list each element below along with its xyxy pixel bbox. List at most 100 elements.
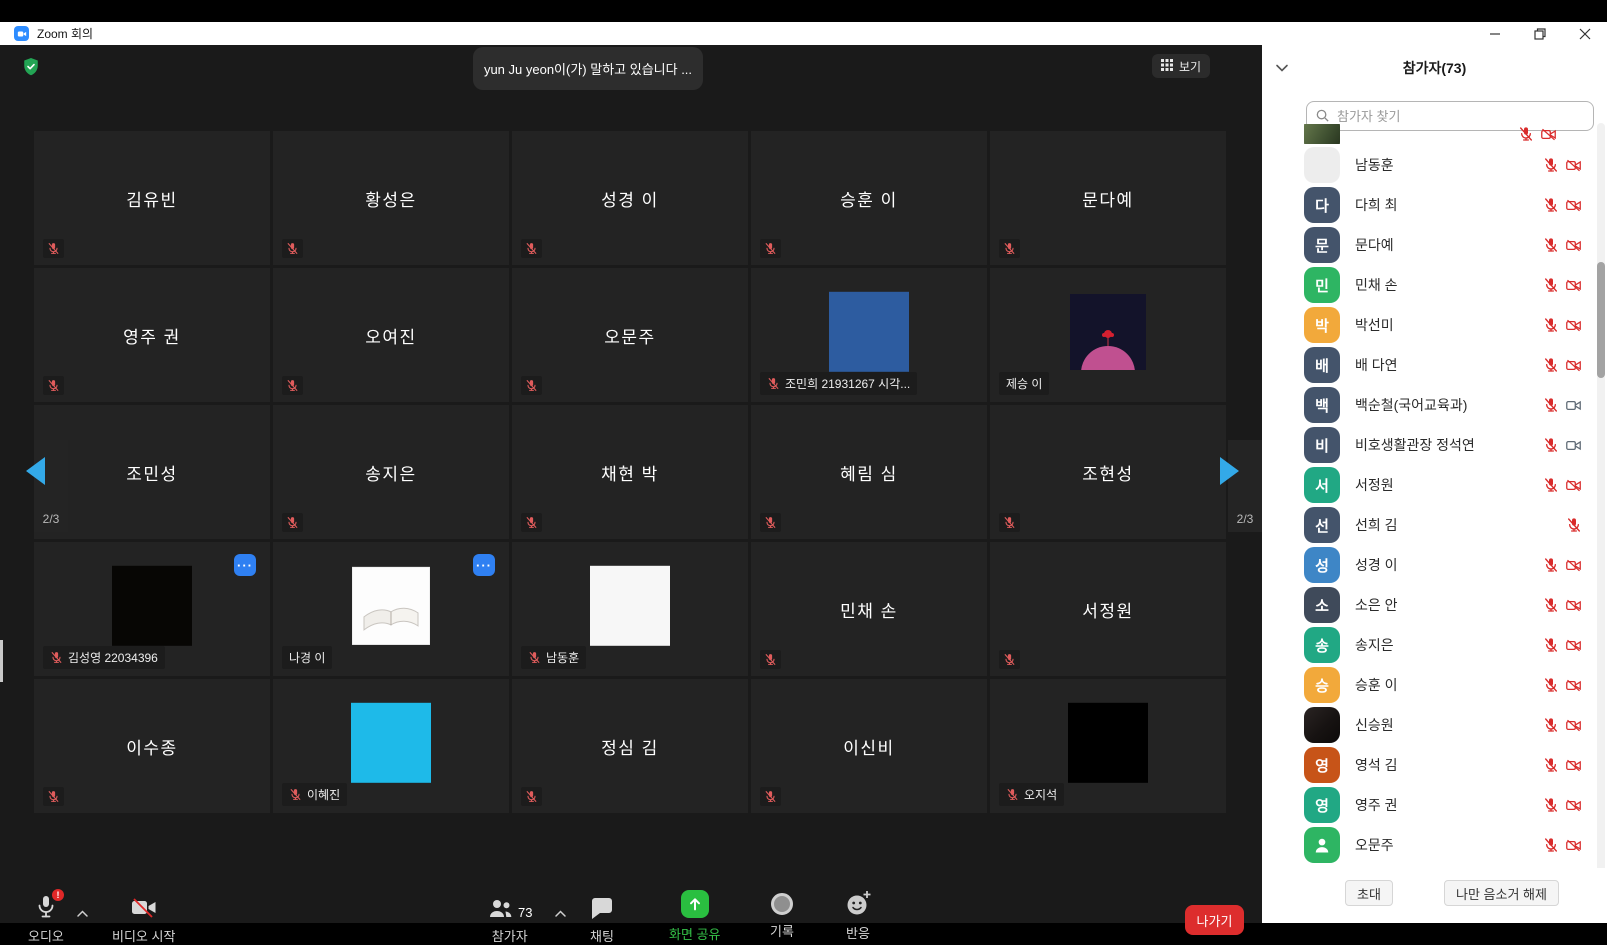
- video-tile[interactable]: 오지석: [990, 679, 1226, 813]
- participant-row[interactable]: 오문주: [1262, 825, 1607, 865]
- close-button[interactable]: [1562, 22, 1607, 45]
- participant-row[interactable]: 영영주 권: [1262, 785, 1607, 825]
- participant-row[interactable]: 백백순철(국어교육과): [1262, 385, 1607, 425]
- participant-row-partial[interactable]: [1304, 124, 1582, 144]
- video-off-icon: [1565, 557, 1582, 574]
- video-off-icon: [1565, 237, 1582, 254]
- mic-muted-icon: [1543, 597, 1559, 613]
- participant-row[interactable]: 남동훈: [1262, 145, 1607, 185]
- more-options-button[interactable]: ···: [234, 554, 256, 576]
- video-off-icon: [1565, 837, 1582, 854]
- invite-button[interactable]: 초대: [1345, 880, 1393, 906]
- participant-row[interactable]: 송송지은: [1262, 625, 1607, 665]
- white-square-image: [590, 566, 670, 646]
- participants-panel: 참가자(73) 남동훈다다희 최문문다예민민채 손박박선미배배 다연백백순철(국…: [1262, 45, 1607, 923]
- tile-mic-status: [43, 239, 64, 258]
- video-tile[interactable]: 조현성: [990, 405, 1226, 539]
- reactions-button[interactable]: 반응: [844, 889, 872, 942]
- video-off-icon: [1565, 757, 1582, 774]
- next-page-arrow[interactable]: [1220, 457, 1239, 485]
- participants-options-chevron[interactable]: [554, 905, 567, 923]
- page-panel-right: 2/3: [1228, 440, 1262, 532]
- video-tile[interactable]: 이신비: [751, 679, 987, 813]
- leave-button[interactable]: 나가기: [1185, 905, 1244, 935]
- audio-options-chevron[interactable]: [76, 905, 89, 923]
- participant-row[interactable]: 다다희 최: [1262, 185, 1607, 225]
- security-shield-icon[interactable]: [22, 57, 40, 77]
- participant-row[interactable]: 신승원: [1262, 705, 1607, 745]
- audio-alert-badge: !: [52, 889, 64, 901]
- video-tile[interactable]: 승훈 이: [751, 131, 987, 265]
- unmute-me-button[interactable]: 나만 음소거 해제: [1444, 880, 1559, 906]
- participant-row[interactable]: 서서정원: [1262, 465, 1607, 505]
- video-on-icon: [1565, 437, 1582, 454]
- video-tile[interactable]: 민채 손: [751, 542, 987, 676]
- page-indicator: 2/3: [34, 512, 68, 526]
- participant-row[interactable]: 승승훈 이: [1262, 665, 1607, 705]
- mic-muted-icon: [1543, 357, 1559, 373]
- previous-page-arrow[interactable]: [26, 457, 45, 485]
- panel-scrollbar[interactable]: [1597, 123, 1605, 880]
- tile-participant-name: 송지은: [273, 405, 509, 539]
- participant-row[interactable]: 박박선미: [1262, 305, 1607, 345]
- mic-muted-icon: [1543, 437, 1559, 453]
- video-tile[interactable]: 혜림 심: [751, 405, 987, 539]
- avatar: 민: [1304, 267, 1340, 303]
- record-button[interactable]: 기록: [770, 893, 794, 940]
- video-tile[interactable]: 김유빈: [34, 131, 270, 265]
- participant-row[interactable]: 소소은 안: [1262, 585, 1607, 625]
- mic-muted-icon: [1543, 157, 1559, 173]
- tile-mic-status: [999, 650, 1020, 669]
- video-tile[interactable]: 서정원: [990, 542, 1226, 676]
- participant-row[interactable]: 배배 다연: [1262, 345, 1607, 385]
- video-tile[interactable]: 오여진: [273, 268, 509, 402]
- participant-row[interactable]: 문문다예: [1262, 225, 1607, 265]
- video-tile[interactable]: 조민성: [34, 405, 270, 539]
- audio-button[interactable]: ! 오디오: [28, 892, 64, 945]
- video-tile[interactable]: 정심 김: [512, 679, 748, 813]
- video-tile[interactable]: 남동훈: [512, 542, 748, 676]
- restore-button[interactable]: [1517, 22, 1562, 45]
- video-tile[interactable]: 제승 이: [990, 268, 1226, 402]
- tile-participant-name: 조현성: [990, 405, 1226, 539]
- video-tile[interactable]: 나경 이 ···: [273, 542, 509, 676]
- page-indicator: 2/3: [1228, 512, 1262, 526]
- video-off-icon: [1565, 197, 1582, 214]
- tile-name-label: 오지석: [999, 783, 1064, 806]
- video-tile[interactable]: 김성영 22034396···: [34, 542, 270, 676]
- more-options-button[interactable]: ···: [473, 554, 495, 576]
- video-tile[interactable]: 송지은: [273, 405, 509, 539]
- chat-label: 채팅: [590, 926, 614, 945]
- participant-row[interactable]: 선선희 김: [1262, 505, 1607, 545]
- panel-scrollbar-thumb[interactable]: [1597, 262, 1605, 378]
- video-tile[interactable]: 채현 박: [512, 405, 748, 539]
- video-off-icon: [1565, 797, 1582, 814]
- video-tile[interactable]: 오문주: [512, 268, 748, 402]
- avatar: 박: [1304, 307, 1340, 343]
- share-screen-button[interactable]: 화면 공유: [669, 890, 720, 943]
- participants-button[interactable]: 73 참가자: [487, 892, 532, 945]
- video-tile[interactable]: 이혜진: [273, 679, 509, 813]
- view-button[interactable]: 보기: [1152, 54, 1210, 78]
- start-video-button[interactable]: 비디오 시작: [112, 892, 175, 945]
- video-tile[interactable]: 조민희 21931267 시각...: [751, 268, 987, 402]
- minimize-button[interactable]: [1472, 22, 1517, 45]
- participant-row[interactable]: 민민채 손: [1262, 265, 1607, 305]
- video-tile[interactable]: 문다예: [990, 131, 1226, 265]
- chat-button[interactable]: 채팅: [590, 892, 614, 945]
- tile-name-label: 나경 이: [282, 646, 332, 669]
- avatar: 영: [1304, 747, 1340, 783]
- window-edge-handle[interactable]: [0, 640, 3, 682]
- video-tile[interactable]: 황성은: [273, 131, 509, 265]
- mic-muted-icon: [289, 788, 302, 801]
- participant-row[interactable]: 비비호생활관장 정석연: [1262, 425, 1607, 465]
- participant-row[interactable]: 영영석 김: [1262, 745, 1607, 785]
- video-tile[interactable]: 성경 이: [512, 131, 748, 265]
- participant-name: 남동훈: [1355, 155, 1394, 175]
- video-tile[interactable]: 영주 권: [34, 268, 270, 402]
- video-off-icon: [1565, 717, 1582, 734]
- tile-participant-name: 승훈 이: [751, 131, 987, 265]
- video-tile[interactable]: 이수종: [34, 679, 270, 813]
- participant-row[interactable]: 성성경 이: [1262, 545, 1607, 585]
- tile-mic-status: [760, 787, 781, 806]
